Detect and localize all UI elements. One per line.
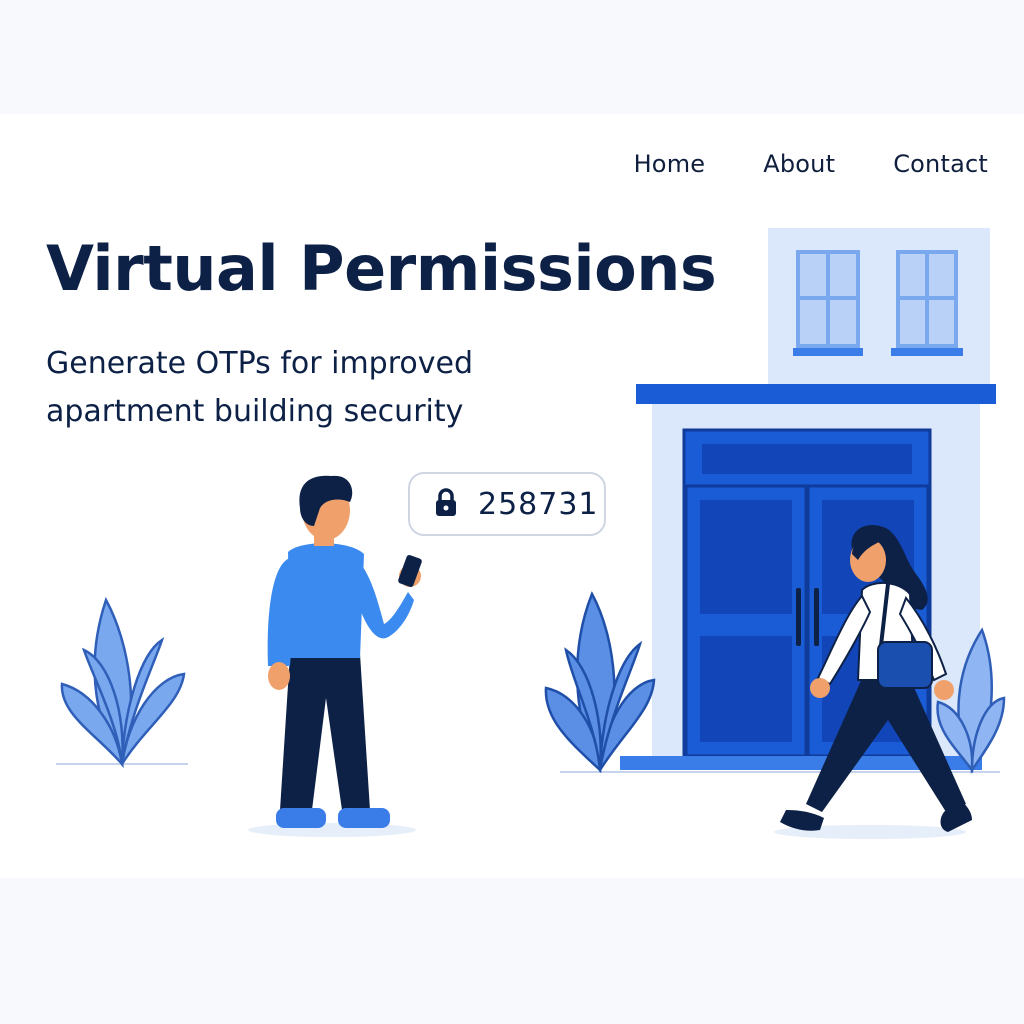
nav-link-home[interactable]: Home <box>634 150 706 178</box>
landing-page: Home About Contact Virtual Permissions G… <box>0 114 1024 878</box>
building-canopy <box>636 384 996 404</box>
hero-title: Virtual Permissions <box>46 232 717 305</box>
window-right <box>891 250 963 356</box>
top-navigation: Home About Contact <box>634 150 988 178</box>
lock-icon <box>434 487 458 521</box>
otp-code: 258731 <box>478 486 599 522</box>
plant-middle <box>544 591 656 774</box>
hero-subtitle: Generate OTPs for improved apartment bui… <box>46 346 473 429</box>
man-with-phone <box>267 475 422 828</box>
plant-left <box>60 596 186 769</box>
otp-badge: 258731 <box>408 472 606 536</box>
nav-link-contact[interactable]: Contact <box>893 150 988 178</box>
nav-link-about[interactable]: About <box>763 150 835 178</box>
window-left <box>793 250 863 356</box>
shadow <box>248 823 416 837</box>
